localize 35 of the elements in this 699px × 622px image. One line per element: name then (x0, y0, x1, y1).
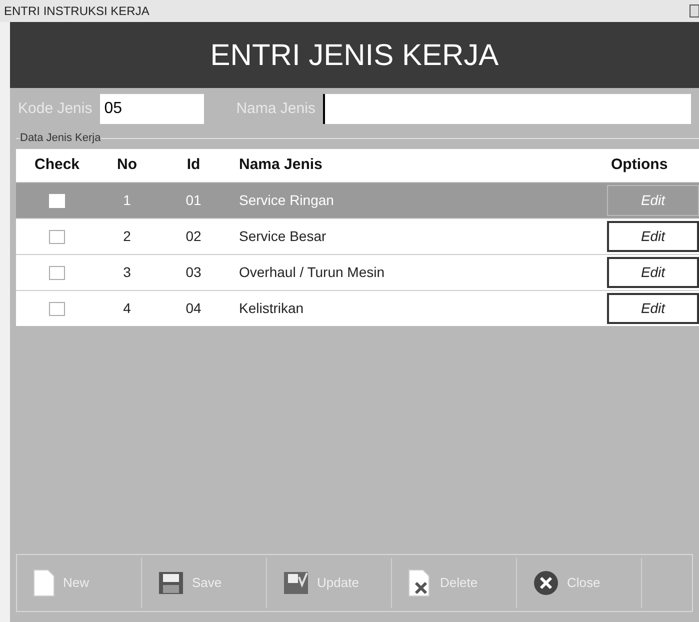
window-button-icon[interactable] (689, 4, 699, 18)
edit-button[interactable]: Edit (607, 293, 699, 324)
table-row[interactable]: 4 04 Kelistrikan Edit (16, 290, 699, 326)
document-delete-icon (408, 569, 432, 597)
table-cell-text: Kelistrikan (238, 299, 305, 318)
close-icon (533, 570, 559, 596)
table-row[interactable]: 3 03 Overhaul / Turun Mesin Edit (16, 254, 699, 290)
edit-button[interactable]: Edit (607, 257, 699, 288)
table-cell-text: 2 (122, 227, 132, 246)
header-title: ENTRI JENIS KERJA (210, 38, 499, 74)
table-cell-text: 3 (122, 263, 132, 282)
table-cell-text: 01 (184, 191, 202, 210)
row-checkbox[interactable] (49, 230, 65, 244)
table-cell-text: Overhaul / Turun Mesin (238, 263, 386, 282)
table-cell-text: 03 (184, 263, 202, 282)
table-cell-text: Service Besar (238, 227, 328, 246)
nama-field[interactable] (323, 94, 691, 124)
column-header: Options (610, 155, 669, 176)
column-header: Nama Jenis (238, 155, 324, 176)
window-title: ENTRI INSTRUKSI KERJA (4, 3, 150, 20)
group-title: Data Jenis Kerja (20, 130, 101, 146)
table-cell-text: 02 (184, 227, 202, 246)
document-icon (33, 569, 55, 597)
column-header: No (116, 155, 138, 176)
edit-button[interactable]: Edit (607, 221, 699, 252)
column-header: Id (186, 155, 202, 176)
table-cell-text: 1 (122, 191, 132, 210)
table-cell-text: Service Ringan (238, 191, 335, 210)
column-header: Check (33, 155, 81, 176)
row-checkbox[interactable] (49, 266, 65, 280)
table-row[interactable]: 2 02 Service Besar Edit (16, 218, 699, 254)
row-checkbox[interactable] (49, 302, 65, 316)
kode-field[interactable]: 05 (100, 94, 204, 124)
table-cell-text: 04 (184, 299, 202, 318)
table-cell-text: 4 (122, 299, 132, 318)
